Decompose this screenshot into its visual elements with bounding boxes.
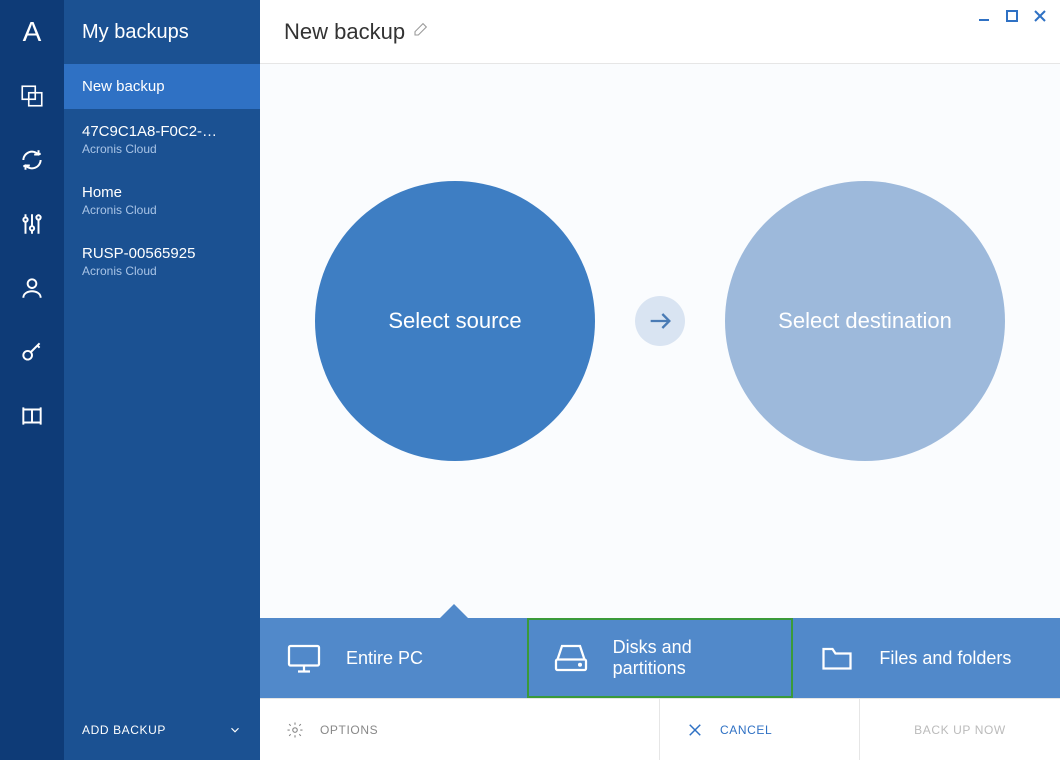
options-button[interactable]: OPTIONS bbox=[260, 699, 660, 760]
monitor-icon bbox=[286, 640, 322, 676]
rail-sync-icon[interactable] bbox=[0, 128, 64, 192]
options-label: OPTIONS bbox=[320, 723, 378, 737]
backup-now-label: BACK UP NOW bbox=[914, 723, 1006, 737]
rail-backup-icon[interactable] bbox=[0, 64, 64, 128]
arrow-indicator bbox=[635, 296, 685, 346]
sidebar-item-backup-1[interactable]: 47C9C1A8-F0C2-… Acronis Cloud bbox=[64, 109, 260, 170]
page-title: New backup bbox=[284, 19, 405, 45]
backup-config-circles: Select source Select destination bbox=[315, 181, 1005, 461]
source-option-label: Files and folders bbox=[879, 648, 1011, 669]
sidebar-item-label: New backup bbox=[82, 78, 242, 95]
sidebar-item-backup-3[interactable]: RUSP-00565925 Acronis Cloud bbox=[64, 231, 260, 292]
rail-key-icon[interactable] bbox=[0, 320, 64, 384]
sidebar-item-sublabel: Acronis Cloud bbox=[82, 142, 242, 156]
source-option-label: Disks and partitions bbox=[613, 637, 768, 679]
nav-rail: A bbox=[0, 0, 64, 760]
disk-icon bbox=[553, 640, 589, 676]
maximize-button[interactable] bbox=[1004, 8, 1020, 24]
folder-icon bbox=[819, 640, 855, 676]
cancel-button[interactable]: CANCEL bbox=[660, 699, 860, 760]
window-controls bbox=[976, 8, 1048, 24]
sidebar-spacer bbox=[64, 292, 260, 700]
close-button[interactable] bbox=[1032, 8, 1048, 24]
sidebar-item-new-backup[interactable]: New backup bbox=[64, 64, 260, 109]
app-window: A My backups New backup 47C9C1A8-F0C2-… … bbox=[0, 0, 1060, 760]
app-logo[interactable]: A bbox=[0, 0, 64, 64]
sidebar-item-label: RUSP-00565925 bbox=[82, 245, 242, 262]
select-source-circle[interactable]: Select source bbox=[315, 181, 595, 461]
close-icon bbox=[686, 721, 704, 739]
sidebar-item-label: Home bbox=[82, 184, 242, 201]
select-destination-circle[interactable]: Select destination bbox=[725, 181, 1005, 461]
rail-help-icon[interactable] bbox=[0, 384, 64, 448]
source-option-entire-pc[interactable]: Entire PC bbox=[260, 618, 527, 698]
sidebar-item-label: 47C9C1A8-F0C2-… bbox=[82, 123, 242, 140]
chevron-down-icon bbox=[228, 723, 242, 737]
source-option-files-folders[interactable]: Files and folders bbox=[793, 618, 1060, 698]
add-backup-button[interactable]: ADD BACKUP bbox=[64, 700, 260, 760]
titlebar: New backup bbox=[260, 0, 1060, 64]
select-source-label: Select source bbox=[388, 308, 521, 334]
rail-account-icon[interactable] bbox=[0, 256, 64, 320]
source-options-bar: Entire PC Disks and partitions Files and… bbox=[260, 618, 1060, 698]
minimize-button[interactable] bbox=[976, 8, 992, 24]
add-backup-label: ADD BACKUP bbox=[82, 723, 166, 737]
arrow-right-icon bbox=[646, 307, 674, 335]
content-area: Select source Select destination bbox=[260, 64, 1060, 618]
rail-tools-icon[interactable] bbox=[0, 192, 64, 256]
footer-bar: OPTIONS CANCEL BACK UP NOW bbox=[260, 698, 1060, 760]
main-panel: New backup Select source Select destinat… bbox=[260, 0, 1060, 760]
sidebar-item-backup-2[interactable]: Home Acronis Cloud bbox=[64, 170, 260, 231]
rename-backup-icon[interactable] bbox=[413, 21, 429, 42]
source-options-pointer bbox=[440, 604, 468, 618]
sidebar-item-sublabel: Acronis Cloud bbox=[82, 203, 242, 217]
sidebar-header: My backups bbox=[64, 0, 260, 64]
source-option-disks-partitions[interactable]: Disks and partitions bbox=[527, 618, 794, 698]
cancel-label: CANCEL bbox=[720, 723, 772, 737]
sidebar-item-sublabel: Acronis Cloud bbox=[82, 264, 242, 278]
gear-icon bbox=[286, 721, 304, 739]
sidebar: My backups New backup 47C9C1A8-F0C2-… Ac… bbox=[64, 0, 260, 760]
source-option-label: Entire PC bbox=[346, 648, 423, 669]
backup-now-button[interactable]: BACK UP NOW bbox=[860, 699, 1060, 760]
select-destination-label: Select destination bbox=[778, 308, 952, 334]
logo-letter: A bbox=[23, 16, 42, 48]
